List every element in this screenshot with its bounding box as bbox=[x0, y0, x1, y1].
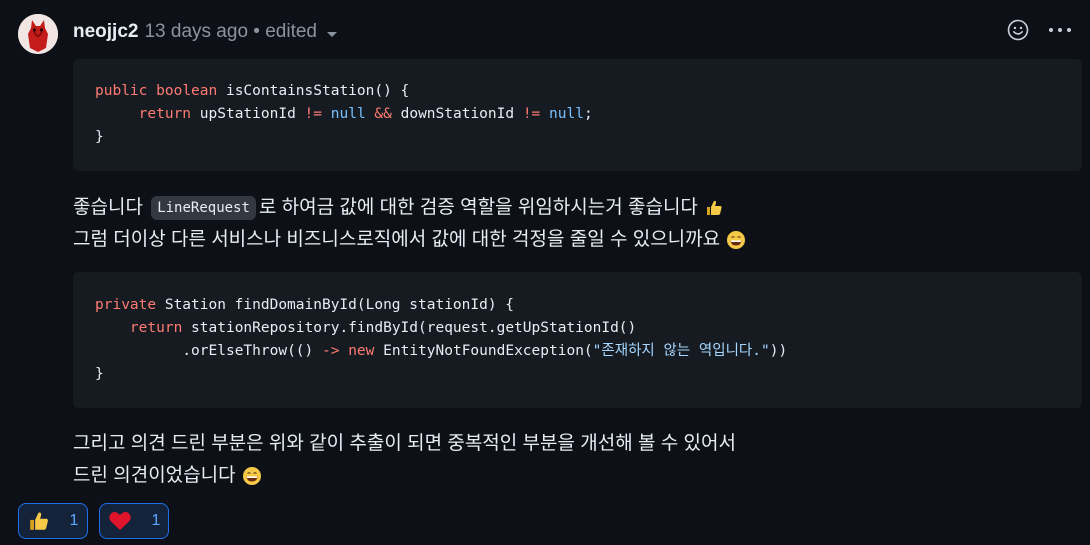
more-options-button[interactable] bbox=[1048, 18, 1072, 42]
thumbs-up-icon bbox=[29, 512, 48, 530]
code-line: .orElseThrow(() -> new EntityNotFoundExc… bbox=[182, 343, 788, 359]
paragraph-text: 로 하여금 값에 대한 검증 역할을 위임하시는거 좋습니다 bbox=[258, 197, 698, 218]
reactions-bar: 1 1 bbox=[18, 503, 169, 539]
code-line: } bbox=[95, 129, 104, 145]
reaction-heart-button[interactable]: 1 bbox=[99, 503, 169, 539]
grinning-emoji-icon bbox=[726, 230, 746, 250]
paragraph-text: 드린 의견이었습니다 bbox=[73, 465, 236, 486]
code-line: } bbox=[95, 366, 104, 382]
comment-header: neojjc2 13 days ago • edited bbox=[73, 20, 337, 44]
thumbs-up-emoji-icon bbox=[704, 198, 724, 218]
add-reaction-button[interactable] bbox=[1006, 18, 1030, 42]
paragraph-text: 그럼 더이상 다른 서비스나 비즈니스로직에서 값에 대한 걱정을 줄일 수 있… bbox=[73, 229, 721, 250]
heart-icon bbox=[108, 512, 131, 530]
code-line: public boolean isContainsStation() { bbox=[95, 83, 410, 99]
reaction-count: 1 bbox=[151, 512, 161, 529]
code-line: return upStationId != null && downStatio… bbox=[138, 106, 593, 122]
reaction-count: 1 bbox=[69, 512, 79, 529]
code-line: return stationRepository.findById(reques… bbox=[129, 320, 637, 336]
code-line: private Station findDomainById(Long stat… bbox=[95, 297, 515, 313]
comment-actions bbox=[1006, 18, 1072, 42]
reaction-thumbs-up-button[interactable]: 1 bbox=[18, 503, 88, 539]
code-block: private Station findDomainById(Long stat… bbox=[73, 272, 1082, 408]
smiley-icon bbox=[1007, 19, 1029, 41]
edit-history-chevron-icon[interactable] bbox=[327, 31, 337, 37]
comment-paragraph: 좋습니다 LineRequest 로 하여금 값에 대한 검증 역할을 위임하시는… bbox=[73, 192, 746, 256]
paragraph-text: 좋습니다 bbox=[73, 197, 149, 218]
avatar[interactable] bbox=[18, 14, 58, 54]
author-name[interactable]: neojjc2 bbox=[73, 21, 138, 43]
grinning-emoji-icon bbox=[242, 466, 262, 486]
kebab-horizontal-icon bbox=[1049, 28, 1071, 32]
comment-meta: 13 days ago • edited bbox=[144, 21, 317, 42]
comment-paragraph: 그리고 의견 드린 부분은 위와 같이 추출이 되면 중복적인 부분을 개선해 … bbox=[73, 428, 736, 492]
inline-code: LineRequest bbox=[151, 196, 256, 220]
code-block: public boolean isContainsStation() { ret… bbox=[73, 59, 1082, 171]
paragraph-text: 그리고 의견 드린 부분은 위와 같이 추출이 되면 중복적인 부분을 개선해 … bbox=[73, 433, 736, 454]
